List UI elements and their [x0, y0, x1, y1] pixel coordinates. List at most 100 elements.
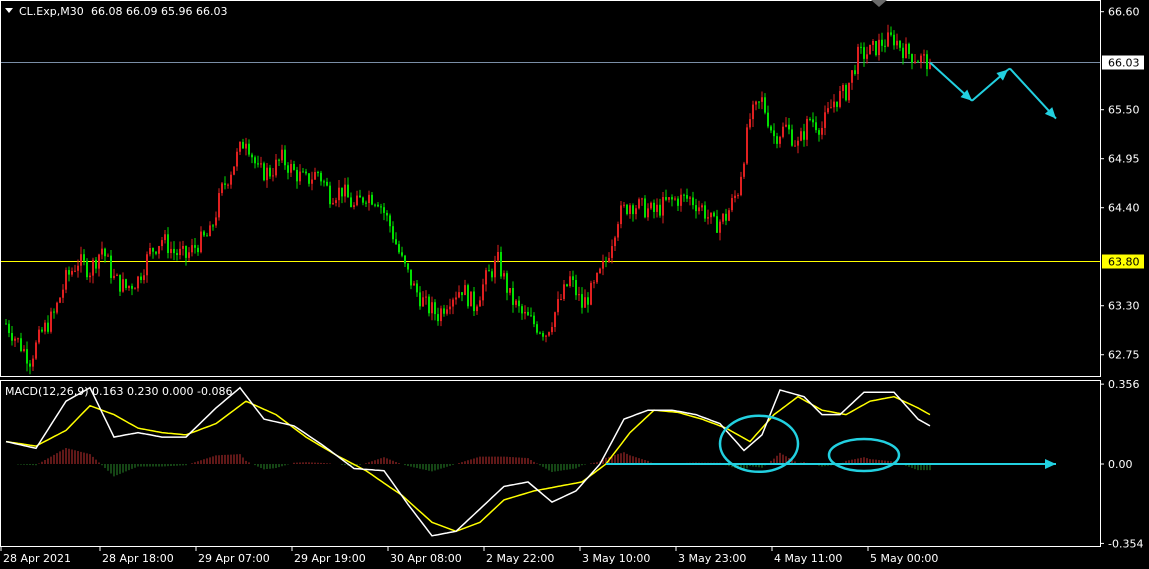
candle-body	[866, 54, 868, 59]
candle-body	[89, 275, 91, 278]
candle-body	[50, 311, 52, 332]
candle-body	[293, 163, 295, 170]
candle-body	[206, 235, 208, 237]
candle-body	[833, 101, 835, 108]
candle-body	[743, 163, 745, 177]
candle-body	[620, 205, 622, 225]
candle-body	[731, 198, 733, 211]
candle-body	[140, 276, 142, 280]
symbol-menu-icon[interactable]	[5, 8, 13, 13]
candle-body	[512, 287, 514, 305]
candle-body	[197, 247, 199, 253]
candle-body	[212, 225, 214, 227]
candle-body	[116, 274, 118, 276]
candle-body	[182, 245, 184, 249]
candle-body	[149, 248, 151, 255]
candle-body	[56, 302, 58, 313]
candle-body	[71, 271, 73, 275]
candle-body	[485, 270, 487, 285]
candle-body	[104, 248, 106, 257]
candle-body	[215, 217, 217, 226]
candle-body	[842, 85, 844, 92]
candle-body	[740, 176, 742, 196]
candle-body	[710, 212, 712, 218]
price-tick-label: 64.40	[1108, 202, 1140, 215]
candle-body	[776, 136, 778, 144]
candle-body	[515, 300, 517, 305]
chart-canvas[interactable]: CL.Exp,M30 66.08 66.09 65.96 66.03 66.60…	[0, 0, 1149, 569]
candle-body	[851, 70, 853, 83]
candle-body	[134, 288, 136, 290]
candle-body	[629, 205, 631, 214]
candle-body	[269, 167, 271, 177]
candle-body	[290, 163, 292, 173]
candle-body	[188, 252, 190, 258]
candle-body	[272, 175, 274, 177]
candle-body	[872, 41, 874, 45]
candle-body	[533, 315, 535, 325]
candle-body	[218, 193, 220, 218]
candle-body	[599, 268, 601, 274]
candle-body	[863, 47, 865, 59]
candle-body	[233, 166, 235, 175]
time-tick-label: 3 May 23:00	[678, 552, 746, 565]
candle-body	[203, 231, 205, 236]
candle-body	[548, 332, 550, 336]
candle-body	[596, 273, 598, 283]
candle-body	[506, 273, 508, 293]
macd-axis: 0.356 0.00 -0.354	[1100, 378, 1143, 550]
candle-body	[674, 198, 676, 200]
time-tick-label: 5 May 00:00	[870, 552, 938, 565]
candle-body	[383, 207, 385, 213]
candle-body	[41, 329, 43, 332]
candle-body	[497, 251, 499, 261]
candle-body	[635, 208, 637, 215]
candle-body	[125, 279, 127, 289]
candle-body	[911, 54, 913, 63]
candle-body	[20, 338, 22, 352]
candle-body	[809, 118, 811, 120]
candle-body	[98, 254, 100, 269]
candle-body	[38, 329, 40, 343]
candle-body	[176, 253, 178, 256]
candle-body	[509, 287, 511, 293]
candle-body	[491, 271, 493, 278]
candle-body	[236, 151, 238, 167]
scroll-marker-icon	[871, 0, 887, 7]
candle-body	[53, 311, 55, 313]
candle-body	[179, 248, 181, 256]
candle-body	[887, 32, 889, 47]
time-tick-label: 30 Apr 08:00	[390, 552, 462, 565]
candle-body	[419, 292, 421, 307]
candle-body	[536, 324, 538, 333]
symbol-label[interactable]: CL.Exp,M30	[19, 5, 84, 18]
candle-body	[446, 309, 448, 314]
candle-body	[305, 171, 307, 174]
candle-body	[467, 285, 469, 307]
candle-body	[920, 55, 922, 63]
candle-body	[170, 248, 172, 254]
candle-body	[317, 172, 319, 174]
candle-body	[251, 154, 253, 158]
candle-body	[806, 118, 808, 140]
candle-body	[341, 187, 343, 197]
candle-body	[443, 308, 445, 314]
candle-body	[557, 299, 559, 313]
candle-body	[770, 126, 772, 131]
candle-body	[893, 34, 895, 46]
candle-body	[407, 263, 409, 270]
price-tick-label: 65.50	[1108, 104, 1140, 117]
candle-body	[746, 127, 748, 164]
candle-body	[371, 194, 373, 205]
candle-body	[281, 149, 283, 161]
candle-body	[353, 205, 355, 207]
candle-body	[647, 208, 649, 218]
candle-body	[242, 141, 244, 149]
candle-body	[314, 172, 316, 180]
candle-body	[152, 248, 154, 252]
candle-body	[617, 224, 619, 238]
candle-body	[47, 322, 49, 332]
candle-body	[239, 141, 241, 152]
candle-body	[464, 285, 466, 296]
candle-body	[452, 299, 454, 307]
